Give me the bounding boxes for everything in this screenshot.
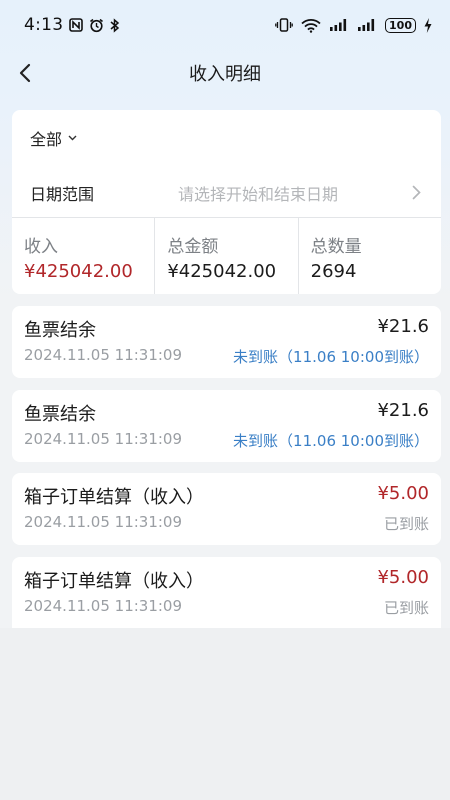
record-status: 已到账 [383,515,429,533]
wifi-icon [301,18,321,33]
filter-card: 全部 日期范围 请选择开始和结束日期 收入 ¥425042.00 总金额 ¥42… [12,110,441,294]
date-range-label: 日期范围 [30,185,95,204]
record-amount: ¥21.6 [377,400,429,421]
chevron-right-icon [412,185,421,200]
type-filter-dropdown[interactable]: 全部 [30,126,77,150]
stat-label: 总金额 [167,237,219,257]
record-time: 2024.11.05 11:31:09 [24,430,183,448]
vibrate-icon [275,18,293,32]
chevron-down-icon [68,135,77,141]
charging-icon [424,17,432,33]
list-item[interactable]: 箱子订单结算（收入） ¥5.00 2024.11.05 11:31:09 已到账 [12,557,441,628]
record-status: 已到账 [383,599,429,617]
signal-icon [357,18,377,32]
type-filter-label: 全部 [30,130,63,149]
stat-total-count: 总数量 2694 [297,218,441,294]
record-title: 鱼票结余 [24,320,96,341]
record-time: 2024.11.05 11:31:09 [24,597,183,615]
record-time: 2024.11.05 11:31:09 [24,513,183,531]
record-amount: ¥21.6 [377,316,429,337]
list-item[interactable]: 箱子订单结算（收入） ¥5.00 2024.11.05 11:31:09 已到账 [12,473,441,545]
status-bar: 4:13 100 [0,0,450,50]
stat-value: ¥425042.00 [167,261,277,282]
stat-value: ¥425042.00 [24,261,133,282]
status-time: 4:13 [24,15,64,35]
chevron-left-icon [19,63,31,83]
battery-icon: 100 [385,17,416,33]
back-button[interactable] [8,56,42,90]
record-status: 未到账（11.06 10:00到账） [233,348,429,366]
date-range-picker[interactable]: 日期范围 请选择开始和结束日期 [12,168,441,218]
status-left: 4:13 [24,15,120,35]
record-title: 箱子订单结算（收入） [24,487,204,508]
stat-income: 收入 ¥425042.00 [12,218,154,294]
list-item[interactable]: 鱼票结余 ¥21.6 2024.11.05 11:31:09 未到账（11.06… [12,390,441,462]
page-title: 收入明细 [189,64,261,85]
record-title: 箱子订单结算（收入） [24,571,204,592]
bluetooth-icon [110,17,120,33]
status-right: 100 [275,17,432,33]
stat-label: 收入 [24,237,58,257]
stat-label: 总数量 [310,237,362,257]
nfc-icon [69,18,84,32]
list-item[interactable]: 鱼票结余 ¥21.6 2024.11.05 11:31:09 未到账（11.06… [12,306,441,378]
signal-icon [329,18,349,32]
record-amount: ¥5.00 [377,483,429,504]
stats-summary: 收入 ¥425042.00 总金额 ¥425042.00 总数量 2694 [12,217,441,294]
stat-value: 2694 [310,261,357,282]
stat-total-amount: 总金额 ¥425042.00 [154,218,297,294]
record-title: 鱼票结余 [24,404,96,425]
alarm-icon [89,18,104,33]
record-time: 2024.11.05 11:31:09 [24,346,183,364]
date-range-placeholder: 请选择开始和结束日期 [178,185,339,204]
record-amount: ¥5.00 [377,567,429,588]
record-status: 未到账（11.06 10:00到账） [233,432,429,450]
nav-bar: 收入明细 [0,50,450,96]
